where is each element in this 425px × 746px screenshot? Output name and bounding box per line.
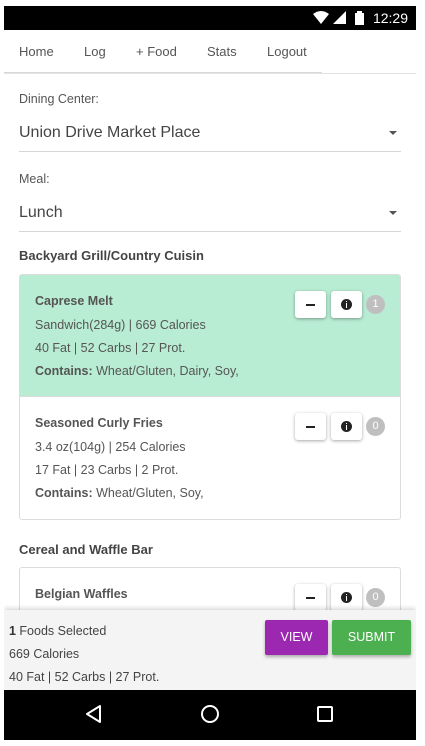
chevron-down-icon bbox=[389, 211, 397, 215]
section-title: Backyard Grill/Country Cuisin bbox=[19, 248, 204, 263]
foods-selected-label: Foods Selected bbox=[15, 624, 107, 638]
foods-count: 1 bbox=[9, 624, 16, 638]
dining-center-label: Dining Center: bbox=[19, 92, 99, 106]
nav-logout[interactable]: Logout bbox=[267, 44, 307, 59]
phone-screen: 12:29 Home Log + Food Stats Logout Dinin… bbox=[4, 6, 416, 740]
contains-label: Contains: bbox=[35, 486, 93, 500]
contains-value: Wheat/Gluten, Dairy, Soy, bbox=[96, 364, 239, 378]
food-macros: 40 Fat | 52 Carbs | 27 Prot. bbox=[35, 341, 186, 355]
info-icon bbox=[341, 299, 352, 310]
food-name: Caprese Melt bbox=[35, 294, 113, 308]
total-macros: 40 Fat | 52 Carbs | 27 Prot. bbox=[9, 670, 160, 684]
food-macros: 17 Fat | 23 Carbs | 2 Prot. bbox=[35, 463, 179, 477]
food-card-seasoned-curly-fries[interactable]: Seasoned Curly Fries 3.4 oz(104g) | 254 … bbox=[20, 397, 400, 519]
info-button[interactable] bbox=[331, 584, 362, 611]
info-button[interactable] bbox=[331, 291, 362, 318]
food-allergens: Contains: Wheat/Gluten, Dairy, Soy, bbox=[35, 364, 239, 378]
count-badge: 0 bbox=[366, 417, 385, 436]
chevron-down-icon bbox=[389, 131, 397, 135]
meal-label: Meal: bbox=[19, 172, 50, 186]
count-badge: 0 bbox=[366, 588, 385, 607]
battery-icon bbox=[355, 11, 364, 25]
remove-button[interactable] bbox=[295, 413, 326, 440]
food-allergens: Contains: Wheat/Gluten, Soy, bbox=[35, 486, 204, 500]
status-time: 12:29 bbox=[372, 10, 408, 26]
food-name: Belgian Waffles bbox=[35, 587, 128, 601]
remove-button[interactable] bbox=[295, 584, 326, 611]
home-icon[interactable] bbox=[200, 704, 220, 724]
meal-select[interactable]: Lunch bbox=[19, 198, 401, 232]
food-list: Caprese Melt Sandwich(284g) | 669 Calori… bbox=[19, 274, 401, 520]
food-serving: Sandwich(284g) | 669 Calories bbox=[35, 318, 206, 332]
total-calories: 669 Calories bbox=[9, 647, 80, 661]
dining-center-select[interactable]: Union Drive Market Place bbox=[19, 118, 401, 152]
info-button[interactable] bbox=[331, 413, 362, 440]
selection-summary: 1 Foods Selected 669 Calories 40 Fat | 5… bbox=[4, 610, 416, 690]
foods-selected-text: 1 Foods Selected bbox=[9, 624, 106, 638]
minus-icon bbox=[306, 304, 315, 306]
signal-icon bbox=[333, 11, 346, 24]
section-title: Cereal and Waffle Bar bbox=[19, 542, 153, 557]
contains-label: Contains: bbox=[35, 364, 93, 378]
recents-icon[interactable] bbox=[315, 704, 335, 724]
count-badge: 1 bbox=[366, 295, 385, 314]
nav-divider bbox=[4, 72, 322, 73]
contains-value: Wheat/Gluten, Soy, bbox=[96, 486, 204, 500]
submit-button[interactable]: SUBMIT bbox=[332, 620, 411, 655]
minus-icon bbox=[306, 597, 315, 599]
food-card-caprese-melt[interactable]: Caprese Melt Sandwich(284g) | 669 Calori… bbox=[20, 275, 400, 397]
meal-value: Lunch bbox=[19, 204, 63, 221]
info-icon bbox=[341, 421, 352, 432]
system-navigation-bar bbox=[4, 690, 416, 740]
view-button[interactable]: VIEW bbox=[265, 620, 328, 655]
info-icon bbox=[341, 592, 352, 603]
remove-button[interactable] bbox=[295, 291, 326, 318]
back-icon[interactable] bbox=[84, 704, 104, 724]
food-name: Seasoned Curly Fries bbox=[35, 416, 163, 430]
nav-add-food[interactable]: + Food bbox=[136, 44, 177, 59]
minus-icon bbox=[306, 426, 315, 428]
nav-stats[interactable]: Stats bbox=[207, 44, 237, 59]
wifi-icon bbox=[313, 11, 329, 24]
food-serving: 3.4 oz(104g) | 254 Calories bbox=[35, 440, 186, 454]
dining-center-value: Union Drive Market Place bbox=[19, 124, 201, 141]
top-navbar: Home Log + Food Stats Logout bbox=[4, 30, 416, 74]
status-bar: 12:29 bbox=[4, 6, 416, 30]
nav-home[interactable]: Home bbox=[19, 44, 54, 59]
nav-log[interactable]: Log bbox=[84, 44, 106, 59]
